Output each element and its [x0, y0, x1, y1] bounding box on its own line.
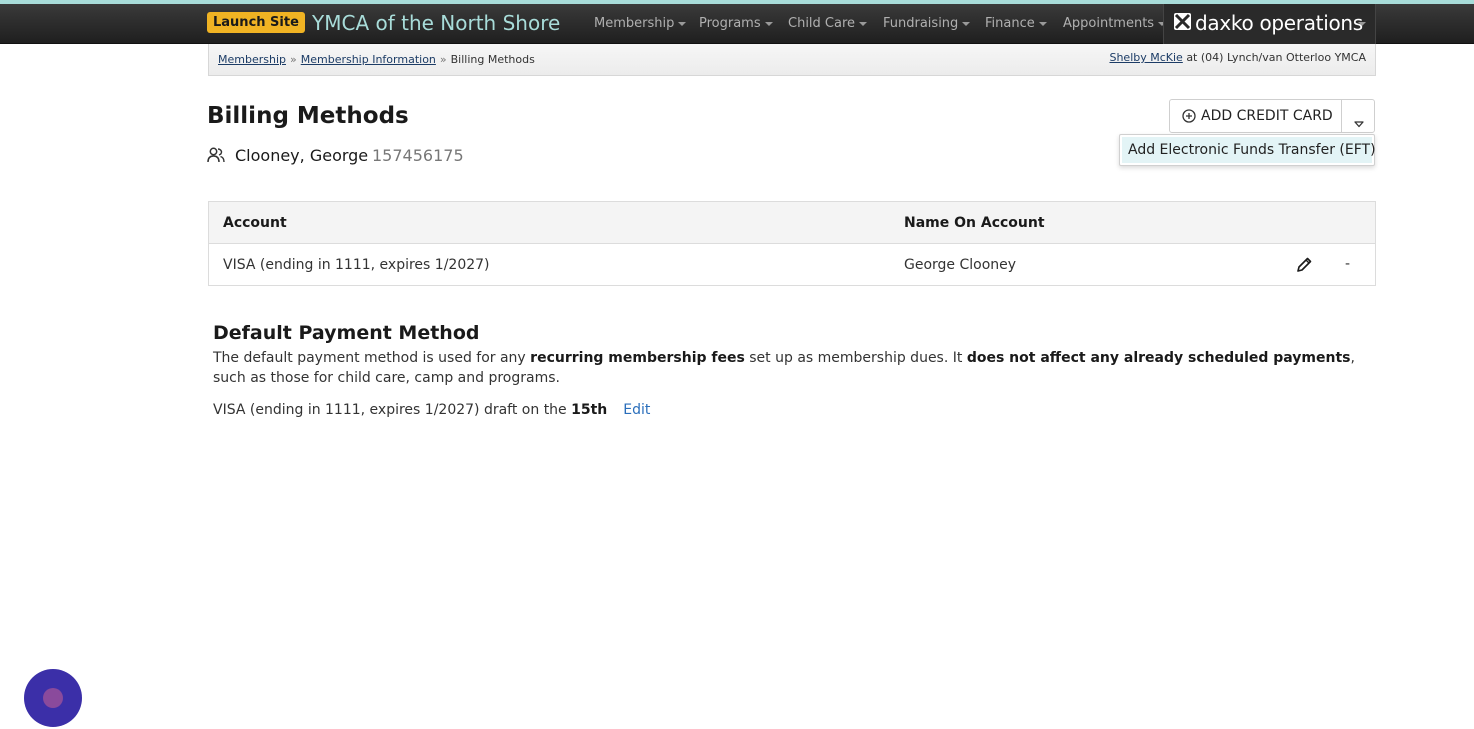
add-credit-card-button[interactable]: ADD CREDIT CARD — [1169, 99, 1342, 133]
user-location: at (04) Lynch/van Otterloo YMCA — [1186, 51, 1366, 64]
remove-button[interactable]: - — [1345, 255, 1350, 273]
launch-site-button[interactable]: Launch Site — [207, 12, 305, 33]
breadcrumb-current: Billing Methods — [450, 53, 535, 66]
page-title: Billing Methods — [207, 103, 409, 129]
column-header-name-on-account: Name On Account — [904, 215, 1045, 231]
chevron-down-icon — [859, 21, 868, 26]
add-eft-menu-item[interactable]: Add Electronic Funds Transfer (EFT) — [1122, 137, 1376, 163]
desc-bold-text: recurring membership fees — [530, 350, 745, 366]
account-cell: VISA (ending in 1111, expires 1/2027) — [223, 257, 490, 273]
member-name: Clooney, George — [235, 146, 369, 165]
pencil-icon[interactable] — [1295, 256, 1313, 274]
daxko-brand-text: daxko operations — [1195, 11, 1363, 35]
top-navbar: Launch Site YMCA of the North Shore Memb… — [0, 4, 1474, 44]
add-options-dropdown-toggle[interactable] — [1341, 99, 1375, 133]
draft-day: 15th — [571, 402, 608, 418]
daxko-brand-menu[interactable]: daxko operations — [1163, 4, 1376, 44]
table-row: VISA (ending in 1111, expires 1/2027) Ge… — [209, 244, 1375, 285]
chat-icon — [43, 688, 63, 708]
nav-label: Membership — [594, 16, 675, 31]
desc-bold-text: does not affect any already scheduled pa… — [966, 350, 1351, 366]
chevron-down-icon — [1038, 21, 1047, 26]
daxko-logo-icon — [1174, 13, 1191, 30]
plus-circle-icon — [1182, 109, 1196, 127]
name-on-account-cell: George Clooney — [904, 257, 1017, 273]
person-icon — [207, 147, 225, 167]
nav-label: Child Care — [788, 16, 856, 31]
chevron-down-icon — [678, 21, 687, 26]
desc-text: The default payment method is used for a… — [213, 350, 531, 366]
breadcrumb-separator: » — [439, 53, 447, 66]
default-payment-description: The default payment method is used for a… — [213, 348, 1373, 388]
add-options-dropdown-menu: Add Electronic Funds Transfer (EFT) — [1119, 134, 1376, 166]
nav-appointments[interactable]: Appointments — [1063, 15, 1167, 32]
default-payment-title: Default Payment Method — [213, 322, 480, 344]
nav-programs[interactable]: Programs — [699, 15, 773, 32]
nav-membership[interactable]: Membership — [594, 15, 687, 32]
chevron-down-icon — [764, 21, 773, 26]
nav-child-care[interactable]: Child Care — [788, 15, 868, 32]
nav-finance[interactable]: Finance — [985, 15, 1047, 32]
nav-fundraising[interactable]: Fundraising — [883, 15, 971, 32]
nav-label: Finance — [985, 16, 1035, 31]
edit-default-payment-link[interactable]: Edit — [623, 402, 650, 418]
user-info: Shelby McKie at (04) Lynch/van Otterloo … — [1109, 51, 1366, 64]
user-link[interactable]: Shelby McKie — [1109, 51, 1182, 64]
nav-label: Appointments — [1063, 16, 1155, 31]
chat-launcher-button[interactable] — [24, 669, 82, 727]
site-title[interactable]: YMCA of the North Shore — [312, 10, 560, 36]
breadcrumb-separator: » — [290, 53, 297, 66]
default-payment-method: VISA (ending in 1111, expires 1/2027) dr… — [213, 400, 650, 420]
breadcrumb-trail: Membership» Membership Information» Billin… — [218, 53, 535, 66]
column-header-account: Account — [223, 215, 287, 231]
breadcrumb-link-membership[interactable]: Membership — [218, 53, 286, 66]
breadcrumb-link-membership-information[interactable]: Membership Information — [301, 53, 436, 66]
default-method-text: VISA (ending in 1111, expires 1/2027) dr… — [213, 402, 572, 418]
billing-methods-table: Account Name On Account VISA (ending in … — [208, 201, 1376, 286]
nav-label: Fundraising — [883, 16, 959, 31]
table-header: Account Name On Account — [209, 202, 1375, 244]
chevron-down-icon — [962, 21, 971, 26]
add-credit-card-label: ADD CREDIT CARD — [1201, 108, 1333, 124]
desc-text: set up as membership dues. It — [744, 350, 967, 366]
breadcrumb: Membership» Membership Information» Billin… — [208, 44, 1376, 76]
caret-down-icon — [1354, 113, 1364, 132]
member-id: 157456175 — [372, 146, 464, 165]
nav-label: Programs — [699, 16, 761, 31]
chevron-down-icon — [1358, 22, 1366, 26]
